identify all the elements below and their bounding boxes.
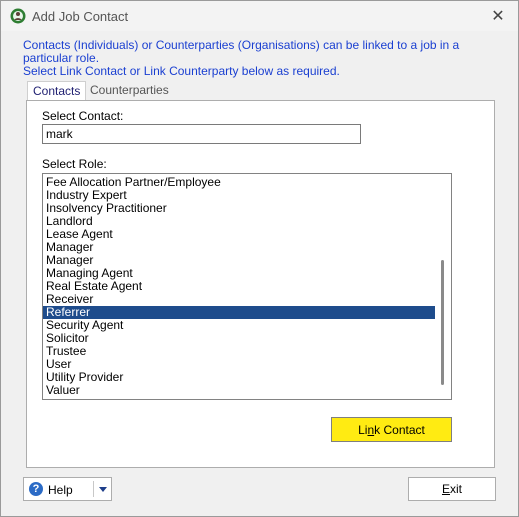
exit-button[interactable]: Exit bbox=[408, 477, 496, 501]
role-list-item[interactable]: Manager bbox=[43, 241, 435, 254]
select-contact-label: Select Contact: bbox=[42, 109, 124, 123]
help-question-icon: ? bbox=[29, 482, 43, 496]
help-label: Help bbox=[48, 483, 73, 497]
tab-counterparties[interactable]: Counterparties bbox=[85, 81, 174, 100]
role-list-scrollbar[interactable] bbox=[435, 174, 451, 399]
role-list-item[interactable]: Receiver bbox=[43, 293, 435, 306]
close-icon: ✕ bbox=[491, 8, 505, 25]
role-list-item[interactable]: Security Agent bbox=[43, 319, 435, 332]
link-contact-button[interactable]: Link Contact bbox=[331, 417, 452, 442]
exit-label: Exit bbox=[441, 482, 462, 496]
role-list-item[interactable]: Trustee bbox=[43, 345, 435, 358]
description-line-2: Select Link Contact or Link Counterparty… bbox=[23, 64, 340, 78]
description-line-1: Contacts (Individuals) or Counterparties… bbox=[23, 38, 460, 65]
close-button[interactable]: ✕ bbox=[478, 1, 518, 31]
window-title: Add Job Contact bbox=[32, 9, 129, 24]
dialog-window: Add Job Contact ✕ Contacts (Individuals)… bbox=[0, 0, 519, 517]
role-list-item[interactable]: Lease Agent bbox=[43, 228, 435, 241]
description-text: Contacts (Individuals) or Counterparties… bbox=[23, 39, 503, 78]
role-list-item[interactable]: Real Estate Agent bbox=[43, 280, 435, 293]
role-list-item[interactable]: Solicitor bbox=[43, 332, 435, 345]
role-list-item[interactable]: Utility Provider bbox=[43, 371, 435, 384]
select-role-label: Select Role: bbox=[42, 157, 107, 171]
role-list-item[interactable]: Valuer bbox=[43, 384, 435, 397]
contacts-panel: Select Contact: Select Role: Fee Allocat… bbox=[26, 100, 495, 468]
role-listbox[interactable]: Fee Allocation Partner/Employee Industry … bbox=[42, 173, 452, 400]
help-separator bbox=[93, 481, 94, 497]
contact-search-input[interactable] bbox=[42, 124, 361, 144]
app-person-icon bbox=[10, 8, 26, 24]
help-button[interactable]: ? Help bbox=[23, 477, 112, 501]
role-list-item[interactable]: Insolvency Practitioner bbox=[43, 202, 435, 215]
tab-contacts[interactable]: Contacts bbox=[27, 81, 87, 102]
title-bar: Add Job Contact ✕ bbox=[1, 1, 518, 31]
scroll-thumb[interactable] bbox=[441, 260, 444, 385]
chevron-down-icon[interactable] bbox=[99, 487, 107, 492]
link-contact-label: Link Contact bbox=[358, 422, 425, 437]
